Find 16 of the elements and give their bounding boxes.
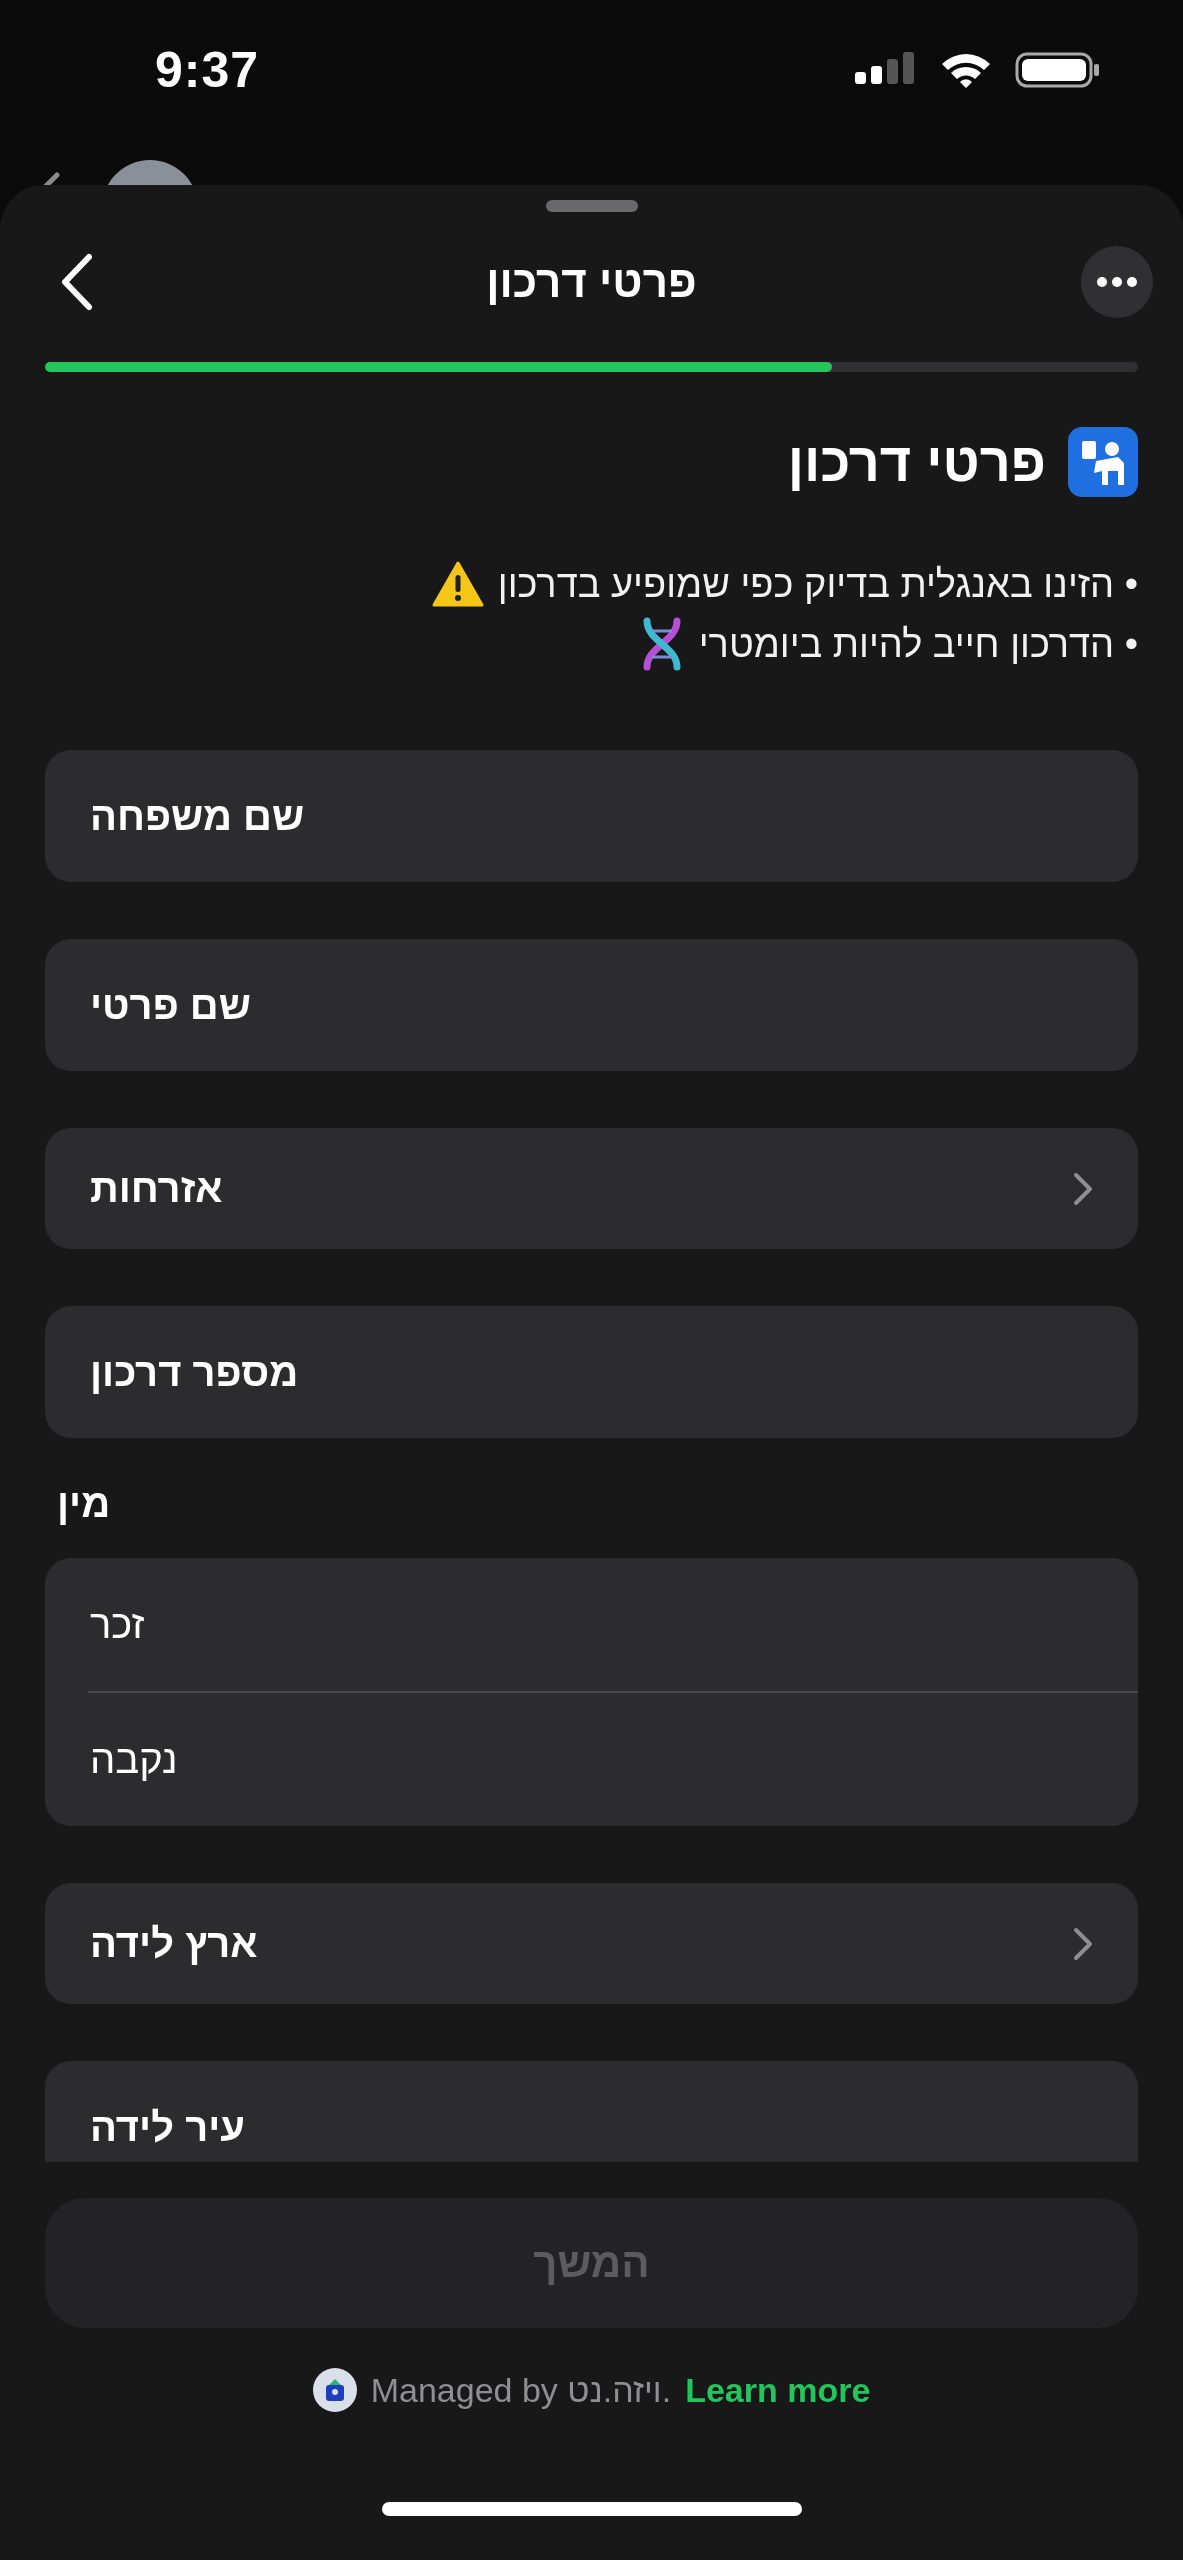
status-time: 9:37 xyxy=(155,41,260,99)
page-heading: פרטי דרכון xyxy=(787,431,1046,493)
text-field[interactable]: עיר לידה xyxy=(45,2061,1138,2162)
sheet-title: פרטי דרכון xyxy=(486,257,697,306)
section-label: מין xyxy=(56,1480,112,1527)
option-row[interactable]: נקבה xyxy=(45,1693,1138,1826)
option-row[interactable]: זכר xyxy=(45,1558,1138,1691)
picker-field[interactable]: אזרחות xyxy=(45,1128,1138,1249)
picker-field[interactable]: ארץ לידה xyxy=(45,1883,1138,2004)
instruction-text: • הדרכון חייב להיות ביומטרי xyxy=(698,622,1138,666)
learn-more-link[interactable]: Learn more xyxy=(685,2370,871,2410)
instruction-text: • הזינו באנגלית בדיוק כפי שמופיע בדרכון xyxy=(497,562,1138,606)
text-field[interactable]: מספר דרכון xyxy=(45,1306,1138,1438)
text-field[interactable]: שם משפחה xyxy=(45,750,1138,882)
text-field[interactable]: שם פרטי xyxy=(45,939,1138,1071)
managed-by-text: Managed by ויזה.נט. xyxy=(370,2370,672,2410)
